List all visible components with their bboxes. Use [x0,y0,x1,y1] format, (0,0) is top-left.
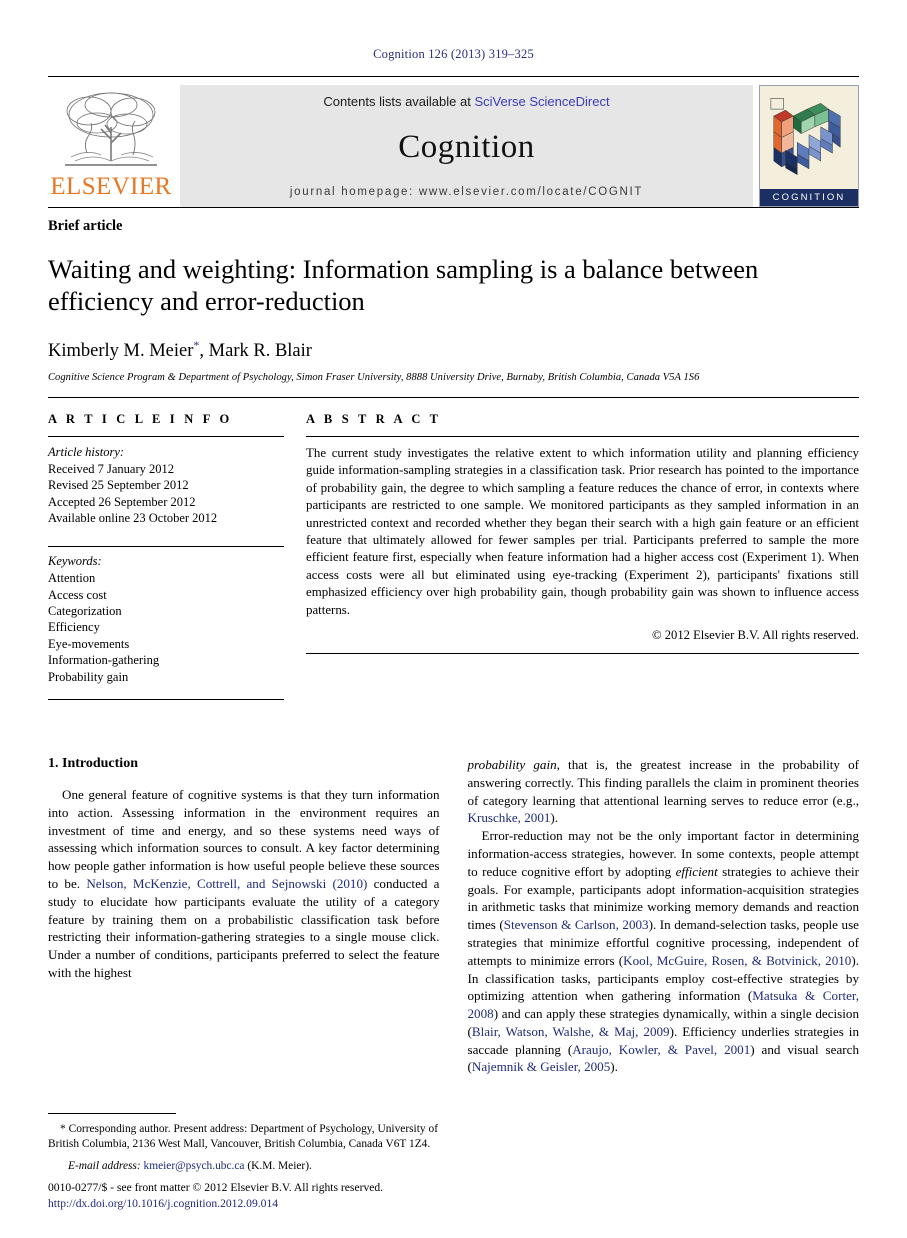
article-head: Brief article Waiting and weighting: Inf… [48,208,859,383]
front-matter-line: 0010-0277/$ - see front matter © 2012 El… [48,1180,384,1194]
citation-link[interactable]: Kruschke, 2001 [468,810,551,825]
paragraph-text: ). [550,810,559,826]
email-link[interactable]: kmeier@psych.ubc.ca [144,1160,245,1172]
keywords-bottom-rule [48,698,284,700]
keyword-item: Eye-movements [48,636,130,651]
abstract-bottom-rule [306,653,859,655]
keywords-title: Keywords: [48,554,102,569]
paragraph: probability gain, that is, the greatest … [468,756,860,827]
elsevier-wordmark: ELSEVIER [50,173,172,200]
keyword-item: Attention [48,571,96,586]
keyword-item: Access cost [48,587,107,602]
contents-prefix: Contents lists available at [323,94,475,109]
history-item: Revised 25 September 2012 [48,478,189,493]
body-column-right: probability gain, that is, the greatest … [468,756,860,1076]
author-list: Kimberly M. Meier*, Mark R. Blair [48,338,859,362]
history-item: Available online 23 October 2012 [48,510,218,525]
masthead-center: Contents lists available at SciVerse Sci… [180,85,753,207]
elsevier-tree-icon [65,92,157,166]
article-type-label: Brief article [48,218,123,234]
body-columns: 1. Introduction One general feature of c… [48,700,859,1076]
author-rest: , Mark R. Blair [199,340,312,361]
keyword-item: Categorization [48,604,122,619]
history-item: Received 7 January 2012 [48,461,175,476]
page-footer: 0010-0277/$ - see front matter © 2012 El… [48,1180,468,1212]
affiliation: Cognitive Science Program & Department o… [48,371,700,383]
keyword-item: Information-gathering [48,653,160,668]
doi-link[interactable]: http://dx.doi.org/10.1016/j.cognition.20… [48,1196,468,1212]
footnote-rule [48,1113,176,1115]
body-column-left: 1. Introduction One general feature of c… [48,756,440,1076]
paragraph: Error-reduction may not be the only impo… [468,827,860,1076]
citation-link[interactable]: Kool, McGuire, Rosen, & Botvinick, 2010 [623,953,851,968]
running-head: Cognition 126 (2013) 319–325 [373,47,534,61]
paper-page: Cognition 126 (2013) 319–325 ELSEVIER Co… [0,0,907,1238]
journal-homepage[interactable]: journal homepage: www.elsevier.com/locat… [290,186,643,198]
cover-band-label: COGNITION [760,189,858,206]
keywords-top-rule [48,546,284,548]
email-owner: (K.M. Meier). [244,1159,312,1172]
contents-available-line: Contents lists available at SciVerse Sci… [323,94,609,109]
history-item: Accepted 26 September 2012 [48,494,196,509]
paragraph: One general feature of cognitive systems… [48,786,440,982]
article-info-rule [48,435,284,437]
citation-link[interactable]: Araujo, Kowler, & Pavel, 2001 [572,1042,750,1057]
elsevier-logo: ELSEVIER [48,85,174,207]
paragraph-text: ). [610,1059,618,1075]
info-abstract-block: A R T I C L E I N F O Article history: R… [48,398,859,700]
abstract-heading: A B S T R A C T [306,411,442,426]
article-info-heading: A R T I C L E I N F O [48,411,233,426]
sciencedirect-link[interactable]: SciVerse ScienceDirect [474,94,609,109]
keyword-item: Efficiency [48,620,100,635]
keyword-item: Probability gain [48,669,129,684]
corresponding-author-footnote: * Corresponding author. Present address:… [48,1122,438,1153]
footnote-block: * Corresponding author. Present address:… [48,1113,438,1174]
penrose-triangle-icon [770,98,841,176]
citation-link[interactable]: Stevenson & Carlson, 2003 [504,917,649,932]
abstract-text: The current study investigates the relat… [306,445,859,617]
journal-masthead: ELSEVIER Contents lists available at Sci… [48,76,859,207]
author-first: Kimberly M. Meier [48,340,194,361]
keywords-block: Keywords: Attention Access cost Categori… [48,546,284,700]
emphasis-text: probability gain [467,756,557,772]
citation-link[interactable]: Najemnik & Geisler, 2005 [472,1059,610,1074]
footnote-text: Corresponding author. Present address: D… [48,1123,438,1151]
abstract-copyright: © 2012 Elsevier B.V. All rights reserved… [652,628,859,643]
article-info-column: A R T I C L E I N F O Article history: R… [48,412,284,700]
citation-link[interactable]: Blair, Watson, Walshe, & Maj, 2009 [472,1024,670,1039]
journal-cover-thumbnail: COGNITION [759,85,859,207]
section-heading-introduction: 1. Introduction [48,755,138,771]
abstract-rule [306,435,859,437]
paragraph-text: conducted a study to elucidate how parti… [48,875,440,980]
abstract-column: A B S T R A C T The current study invest… [306,412,859,700]
footnote-email-line: E-mail address: kmeier@psych.ubc.ca (K.M… [48,1159,438,1174]
citation-link[interactable]: Nelson, McKenzie, Cottrell, and Sejnowsk… [86,876,367,891]
emphasis-text: efficient [675,863,718,879]
article-history-title: Article history: [48,444,125,459]
email-label: E-mail address: [68,1159,141,1172]
journal-title: Cognition [398,129,535,165]
page-title: Waiting and weighting: Information sampl… [48,254,759,317]
